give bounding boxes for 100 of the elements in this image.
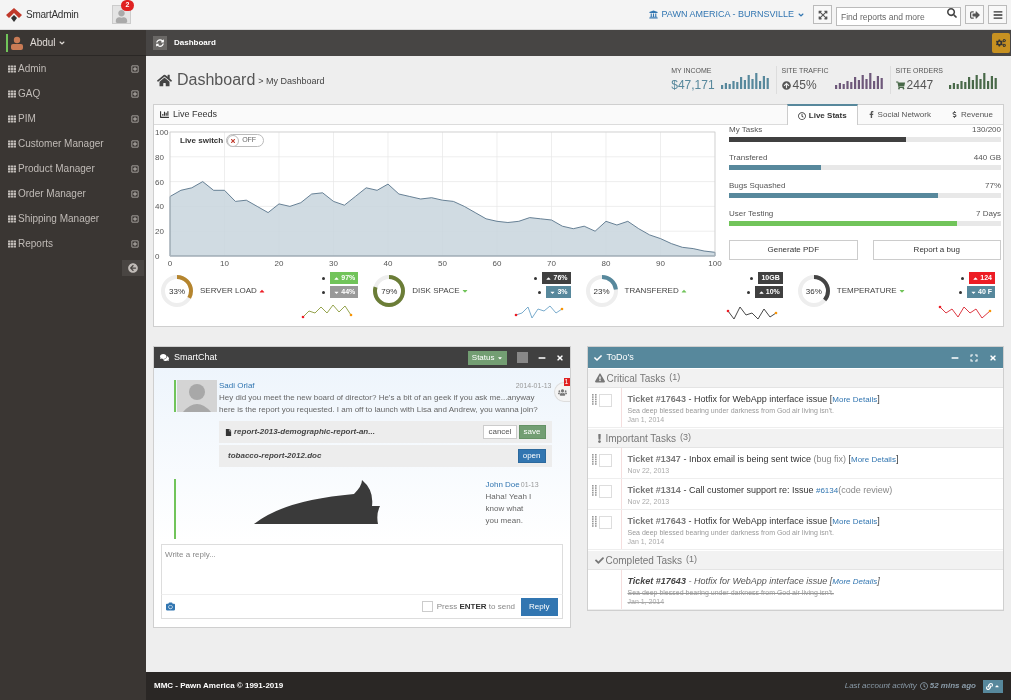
menu-icon bbox=[992, 9, 1003, 20]
settings-icon bbox=[996, 38, 1006, 48]
fullscreen-icon bbox=[817, 9, 828, 20]
attachment-button[interactable]: open bbox=[517, 449, 546, 463]
details-link[interactable]: #6134 bbox=[815, 486, 839, 495]
reply-button[interactable]: Reply bbox=[521, 597, 558, 616]
fullscreen-button[interactable] bbox=[813, 5, 832, 24]
section-title: Critical Tasks bbox=[606, 371, 666, 386]
task-title: Ticket #1347 - Inbox email is being sent twice (bug fix) [More Details] bbox=[627, 453, 900, 466]
logout-icon bbox=[969, 9, 980, 20]
details-link[interactable]: More Details bbox=[851, 455, 896, 464]
sidebar-item[interactable]: Order Manager bbox=[0, 181, 146, 206]
user-menu-button[interactable]: Abdul bbox=[30, 35, 66, 50]
checkbox[interactable] bbox=[598, 485, 612, 498]
axis-tick-label: 100 bbox=[155, 128, 169, 137]
axis-tick-label: 0 bbox=[167, 259, 173, 267]
task-title: Ticket #17643 - Hotfix for WebApp interface issue [More Details] bbox=[627, 393, 881, 406]
tab[interactable]: Revenue bbox=[940, 104, 1003, 125]
checkbox[interactable] bbox=[421, 601, 433, 612]
gauge-label: SERVER LOAD bbox=[200, 285, 257, 297]
logout-button[interactable] bbox=[965, 5, 984, 24]
refresh-button[interactable] bbox=[153, 36, 167, 50]
trend-arrow-icon bbox=[257, 287, 266, 295]
close-icon bbox=[989, 353, 997, 362]
bullet-icon bbox=[746, 290, 750, 294]
x-icon bbox=[230, 137, 237, 144]
sidebar-item[interactable]: Product Manager bbox=[0, 156, 146, 181]
axis-tick-label: 0 bbox=[155, 252, 160, 261]
shortcut-button[interactable] bbox=[983, 679, 1003, 693]
axis-tick-label: 100 bbox=[708, 259, 722, 267]
activity-time: 52 mins ago bbox=[929, 680, 976, 692]
expand-icon bbox=[131, 114, 139, 123]
reply-field[interactable]: Write a reply... bbox=[161, 544, 563, 594]
axis-tick-label: 50 bbox=[438, 259, 447, 267]
collapse-sidebar-button[interactable] bbox=[122, 260, 144, 276]
stat-value: $47,171 bbox=[671, 77, 715, 95]
drag-handle-icon[interactable] bbox=[591, 394, 597, 405]
drag-handle-icon[interactable] bbox=[591, 516, 597, 527]
tab[interactable]: Live Stats bbox=[786, 104, 858, 125]
home-icon bbox=[157, 72, 172, 88]
checkbox[interactable] bbox=[598, 394, 612, 407]
author-name[interactable]: John Doe bbox=[485, 479, 520, 491]
location-link[interactable]: PAWN AMERICA - BURNSVILLE bbox=[649, 7, 805, 22]
bullet-icon bbox=[961, 276, 965, 280]
sidebar-item[interactable]: GAQ bbox=[0, 81, 146, 106]
facebook-icon bbox=[867, 111, 875, 118]
sidebar-item[interactable]: Customer Manager bbox=[0, 131, 146, 156]
caret-icon bbox=[994, 683, 1000, 689]
trend-arrow-icon bbox=[460, 287, 469, 295]
sidebar-item[interactable]: Reports bbox=[0, 231, 146, 256]
menu-button[interactable] bbox=[988, 5, 1007, 24]
checkbox[interactable] bbox=[598, 516, 612, 529]
clock-icon bbox=[919, 682, 928, 690]
search-field[interactable]: Find reports and more bbox=[836, 7, 961, 26]
chat-users-button[interactable] bbox=[553, 382, 570, 402]
caret-icon bbox=[57, 38, 66, 47]
attachment-button[interactable]: cancel bbox=[483, 425, 517, 439]
axis-tick-label: 60 bbox=[492, 259, 502, 267]
back-arrow-icon bbox=[128, 263, 138, 273]
caret-icon bbox=[496, 354, 503, 361]
task-label: Bugs Squashed bbox=[729, 181, 786, 191]
checkbox[interactable] bbox=[598, 454, 612, 467]
task-title: Ticket #17643 - Hotfix for WebApp interface issue [More Details] bbox=[627, 515, 881, 528]
bullet-icon bbox=[534, 276, 538, 280]
fullscreen-button[interactable] bbox=[970, 353, 978, 362]
action-button[interactable]: Generate PDF bbox=[729, 240, 858, 260]
sidebar-item[interactable]: Shipping Manager bbox=[0, 206, 146, 231]
drag-handle-icon[interactable] bbox=[591, 454, 597, 465]
bank-icon bbox=[649, 10, 659, 19]
drag-handle-icon[interactable] bbox=[591, 485, 597, 496]
user-avatar-icon bbox=[10, 35, 24, 50]
color-swatch-button[interactable] bbox=[516, 352, 528, 363]
task-label: Transfered bbox=[729, 153, 768, 163]
expand-icon bbox=[131, 89, 139, 98]
axis-tick-label: 80 bbox=[155, 152, 164, 162]
section-count: (1) bbox=[669, 371, 681, 385]
expand-icon bbox=[131, 139, 139, 148]
section-count: (1) bbox=[686, 553, 698, 567]
mini-bar-chart-drawing bbox=[949, 71, 999, 89]
sidebar-item[interactable]: PIM bbox=[0, 106, 146, 131]
task-value: 7 Days bbox=[976, 209, 1001, 219]
action-button[interactable]: Report a bug bbox=[872, 240, 1001, 260]
author-name[interactable]: Sadi Orlaf bbox=[219, 380, 255, 392]
link-icon bbox=[986, 682, 993, 690]
panel-title: SmartChat bbox=[174, 350, 217, 364]
gauge-ring bbox=[161, 275, 193, 307]
settings-button[interactable] bbox=[992, 33, 1010, 53]
task-label: User Testing bbox=[729, 209, 774, 219]
tab[interactable]: Social Network bbox=[857, 104, 941, 125]
warning-icon bbox=[594, 373, 605, 383]
gauge-ring bbox=[373, 275, 406, 307]
bullet-icon bbox=[750, 276, 754, 280]
cart-icon bbox=[895, 80, 905, 90]
gauge-value: 79% bbox=[381, 286, 398, 296]
sidebar-item[interactable]: Admin bbox=[0, 56, 146, 81]
grid-icon bbox=[8, 114, 16, 123]
camera-icon[interactable] bbox=[166, 602, 175, 611]
gauge-value: 33% bbox=[169, 286, 185, 296]
close-button[interactable] bbox=[555, 353, 564, 362]
search-icon[interactable] bbox=[947, 7, 957, 18]
